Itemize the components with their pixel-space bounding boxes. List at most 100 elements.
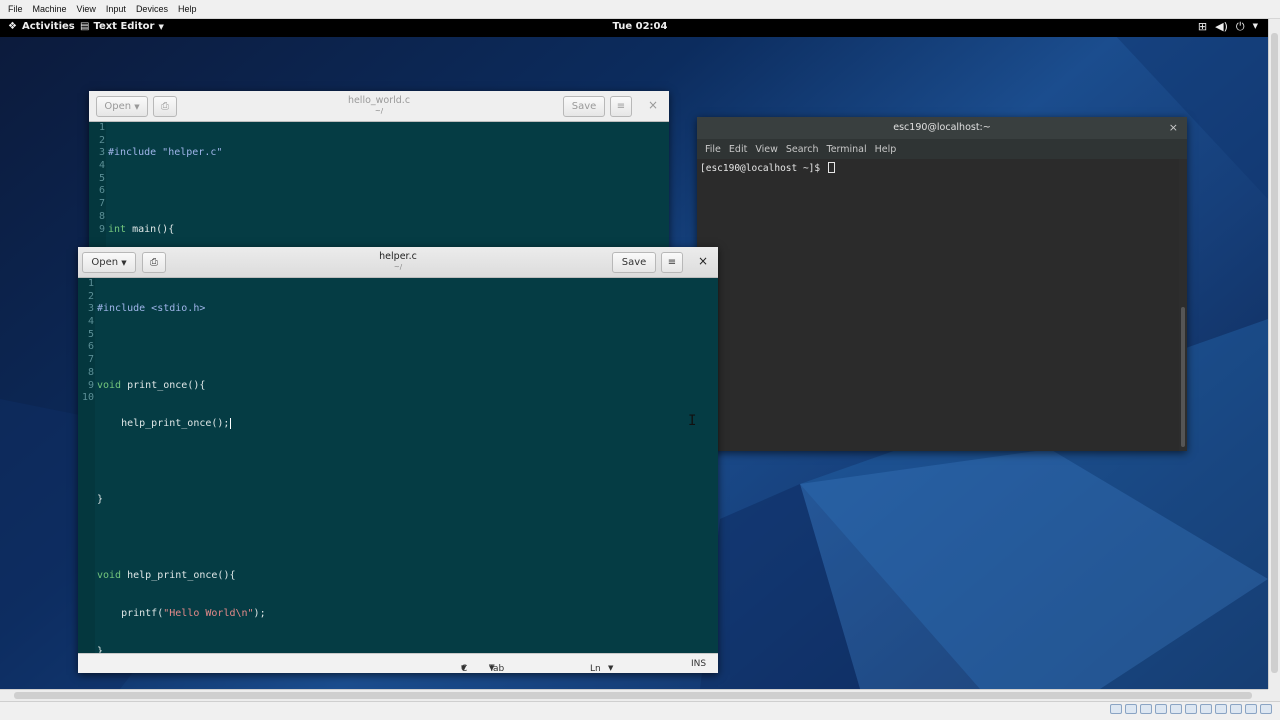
code-lines: #include <stdio.h> void print_once(){ he… — [97, 278, 718, 673]
save-button[interactable]: Save — [612, 252, 656, 273]
app-menu-label: Text Editor — [93, 21, 155, 32]
terminal-menu-terminal[interactable]: Terminal — [825, 144, 873, 155]
line-number: 9 — [87, 379, 94, 391]
recording-icon[interactable] — [1215, 704, 1227, 714]
display-icon[interactable] — [1200, 704, 1212, 714]
code-line: void print_once(){ — [97, 379, 206, 391]
close-icon[interactable]: × — [698, 254, 708, 268]
code-line: help_print_once(); — [97, 417, 232, 429]
terminal-menu-view[interactable]: View — [753, 144, 784, 155]
terminal-menu-search[interactable]: Search — [784, 144, 825, 155]
gedit-window-helper[interactable]: Open ▼ ⎙ helper.c ~/ Save ≡ × 1 2 3 4 5 … — [78, 247, 718, 673]
cursor-position-label: Ln 4, Col 23 — [590, 664, 601, 673]
line-number: 4 — [98, 160, 105, 172]
system-tray[interactable]: ⊞ ◀) ⏻ ▼ — [1198, 20, 1258, 34]
mouse-ibeam-cursor: I — [688, 413, 697, 429]
vbox-menu-machine[interactable]: Machine — [28, 4, 72, 14]
line-number: 7 — [98, 198, 105, 210]
terminal-menu-help[interactable]: Help — [873, 144, 903, 155]
shared-folder-icon[interactable] — [1185, 704, 1197, 714]
gedit-window-hello-world[interactable]: Open ▼ ⎙ hello_world.c ~/ Save ≡ × 1 2 3… — [89, 91, 669, 251]
hamburger-icon: ≡ — [667, 257, 677, 268]
chevron-down-icon: ▼ — [1252, 22, 1258, 30]
terminal-scrollbar[interactable] — [1181, 307, 1185, 447]
terminal-title: esc190@localhost:~ — [893, 122, 991, 133]
usb-icon[interactable] — [1170, 704, 1182, 714]
close-icon[interactable]: × — [648, 98, 658, 112]
terminal-output[interactable]: [esc190@localhost ~]$ — [697, 159, 1179, 451]
vbox-horizontal-scrollbar[interactable] — [0, 689, 1268, 701]
app-menu[interactable]: ▤ Text Editor ▼ — [80, 21, 164, 32]
vbox-menu-input[interactable]: Input — [101, 4, 131, 14]
status-bar: C ▼ Tab Width: 4 ▼ Ln 4, Col 23 ▼ INS — [78, 653, 718, 673]
line-number: 2 — [87, 290, 94, 302]
activities-label: Activities — [21, 21, 75, 32]
scrollbar-thumb[interactable] — [1271, 33, 1278, 673]
guest-desktop: ❖ Activities ▤ Text Editor ▼ Tue 02:04 ⊞… — [0, 19, 1268, 689]
line-number: 6 — [87, 341, 94, 353]
close-icon[interactable]: × — [1169, 117, 1178, 139]
line-number: 1 — [87, 278, 94, 289]
vbox-status-bar — [0, 701, 1280, 720]
scrollbar-corner — [1268, 689, 1280, 701]
save-label: Save — [621, 257, 647, 268]
shell-prompt: [esc190@localhost ~]$ — [700, 163, 826, 174]
save-label: Save — [571, 101, 597, 112]
line-number: 3 — [87, 303, 94, 315]
hamburger-icon: ≡ — [616, 101, 626, 112]
vbox-menu-view[interactable]: View — [72, 4, 101, 14]
line-number: 10 — [81, 392, 94, 404]
line-number: 5 — [87, 328, 94, 340]
line-number: 9 — [98, 223, 105, 235]
vbox-menu-devices[interactable]: Devices — [131, 4, 173, 14]
line-number-gutter: 1 2 3 4 5 6 7 8 9 10 — [78, 278, 95, 653]
vbox-menu-file[interactable]: File — [3, 4, 28, 14]
vbox-menubar: File Machine View Input Devices Help — [0, 0, 1280, 19]
keyboard-icon[interactable] — [1260, 704, 1272, 714]
text-editor-icon: ▤ — [80, 21, 90, 32]
line-number: 3 — [98, 147, 105, 159]
terminal-menu-file[interactable]: File — [703, 144, 727, 155]
activities-button[interactable]: ❖ Activities — [8, 21, 75, 32]
line-number: 8 — [98, 210, 105, 222]
vbox-menu-help[interactable]: Help — [173, 4, 202, 14]
network-icon[interactable] — [1155, 704, 1167, 714]
chevron-down-icon: ▼ — [608, 664, 614, 672]
vbox-vertical-scrollbar[interactable] — [1268, 19, 1280, 689]
terminal-menubar: File Edit View Search Terminal Help — [697, 139, 1187, 159]
terminal-window[interactable]: esc190@localhost:~ × File Edit View Sear… — [697, 117, 1187, 451]
chevron-down-icon: ▼ — [461, 664, 467, 672]
header-bar: Open ▼ ⎙ helper.c ~/ Save ≡ × — [78, 247, 718, 278]
menu-button[interactable]: ≡ — [610, 96, 632, 117]
cpu-icon[interactable] — [1230, 704, 1242, 714]
terminal-titlebar: esc190@localhost:~ × — [697, 117, 1187, 139]
save-button[interactable]: Save — [563, 96, 605, 117]
insert-mode-indicator[interactable]: INS — [691, 659, 706, 669]
scrollbar-thumb[interactable] — [14, 692, 1252, 699]
code-editor[interactable]: 1 2 3 4 5 6 7 8 9 10 #include <stdio.h> … — [78, 278, 718, 657]
menu-button[interactable]: ≡ — [661, 252, 683, 273]
header-bar: Open ▼ ⎙ hello_world.c ~/ Save ≡ × — [89, 91, 669, 122]
line-number: 4 — [87, 316, 94, 328]
line-number: 1 — [98, 122, 105, 133]
code-line: void help_print_once(){ — [97, 570, 236, 582]
mouse-integration-icon[interactable] — [1245, 704, 1257, 714]
chevron-down-icon: ▼ — [489, 664, 495, 672]
line-number: 8 — [87, 366, 94, 378]
gnome-top-bar: ❖ Activities ▤ Text Editor ▼ Tue 02:04 ⊞… — [0, 19, 1268, 37]
audio-icon[interactable] — [1140, 704, 1152, 714]
optical-drive-icon[interactable] — [1125, 704, 1137, 714]
terminal-menu-edit[interactable]: Edit — [727, 144, 753, 155]
text-cursor — [230, 417, 232, 429]
line-number: 5 — [98, 172, 105, 184]
gnome-foot-icon: ❖ — [8, 21, 17, 32]
network-icon: ⊞ — [1197, 20, 1208, 33]
code-line: printf("Hello World\n"); — [97, 608, 266, 620]
code-editor[interactable]: 1 2 3 4 5 6 7 8 9 #include "helper.c" in… — [89, 122, 669, 251]
clock[interactable]: Tue 02:04 — [600, 21, 680, 32]
volume-icon: ◀) — [1215, 20, 1228, 33]
code-line: #include "helper.c" — [108, 147, 223, 159]
hard-disk-icon[interactable] — [1110, 704, 1122, 714]
power-icon: ⏻ — [1235, 20, 1245, 33]
